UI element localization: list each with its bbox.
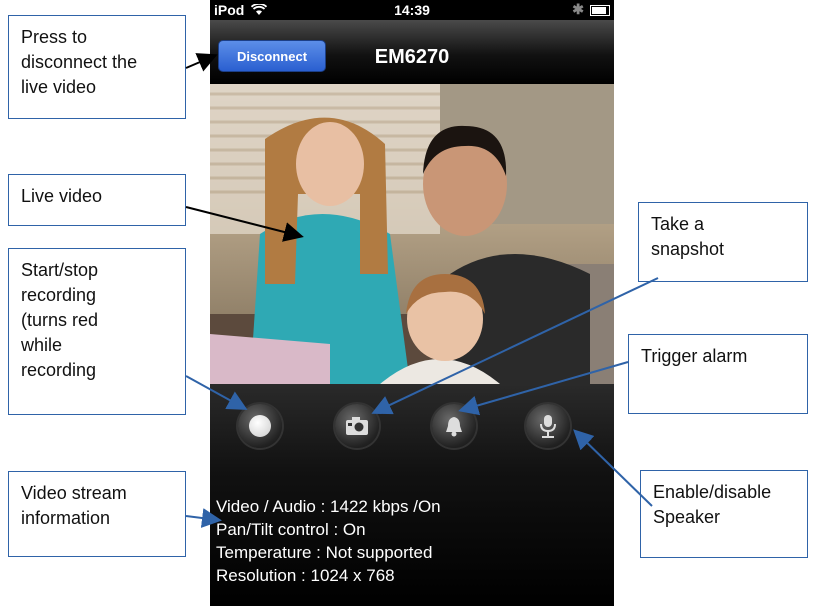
battery-icon — [590, 5, 610, 16]
stream-info: Video / Audio : 1422 kbps /On Pan/Tilt c… — [216, 495, 441, 587]
stream-info-line: Video / Audio : 1422 kbps /On — [216, 497, 441, 516]
callout-live-video: Live video — [8, 174, 186, 226]
nav-bar: Disconnect EM6270 — [210, 20, 614, 84]
live-video[interactable] — [210, 84, 614, 384]
callout-record: Start/stop recording (turns red while record… — [8, 248, 186, 415]
stream-info-line: Pan/Tilt control : On — [216, 520, 366, 539]
stream-info-line: Resolution : 1024 x 768 — [216, 566, 395, 585]
status-bar: iPod 14:39 ✱ — [210, 0, 614, 20]
bell-icon — [446, 417, 462, 437]
callout-snapshot: Take a snapshot — [638, 202, 808, 282]
bluetooth-icon: ✱ — [572, 1, 584, 17]
speaker-button[interactable] — [526, 404, 570, 448]
callout-stream-info: Video stream information — [8, 471, 186, 557]
status-time: 14:39 — [394, 2, 430, 18]
phone-screen: iPod 14:39 ✱ Disconnect EM6270 Video / A… — [210, 0, 614, 606]
control-toolbar: Video / Audio : 1422 kbps /On Pan/Tilt c… — [210, 384, 614, 606]
speaker-icon — [540, 415, 556, 438]
video-frame-image — [210, 84, 614, 384]
stream-info-line: Temperature : Not supported — [216, 543, 433, 562]
camera-icon — [346, 417, 368, 435]
callout-disconnect: Press to disconnect the live video — [8, 15, 186, 119]
snapshot-button[interactable] — [335, 404, 379, 448]
record-button[interactable] — [238, 404, 282, 448]
callout-speaker: Enable/disable Speaker — [640, 470, 808, 558]
alarm-button[interactable] — [432, 404, 476, 448]
callout-alarm: Trigger alarm — [628, 334, 808, 414]
page-title: EM6270 — [374, 46, 450, 68]
record-icon — [249, 415, 271, 437]
